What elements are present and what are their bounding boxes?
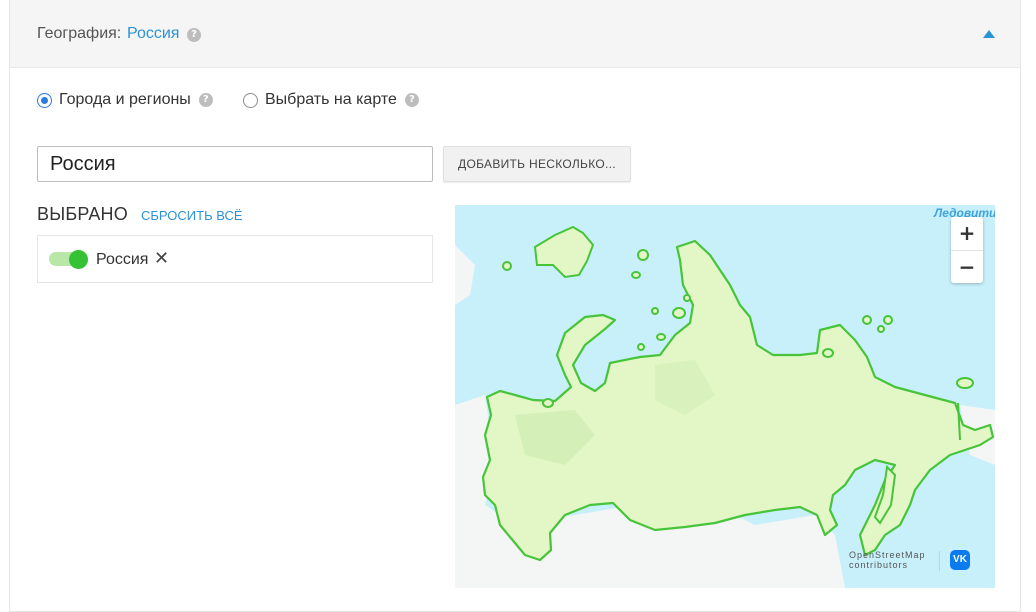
island <box>637 343 645 351</box>
island <box>533 225 595 279</box>
selected-title: ВЫБРАНО <box>37 204 128 224</box>
radio-button-selected[interactable] <box>37 92 52 108</box>
attribution-line: OpenStreetMap <box>849 550 926 560</box>
island <box>502 261 512 271</box>
reset-all-link[interactable]: СБРОСИТЬ ВСЁ <box>141 208 243 223</box>
help-icon[interactable]: ? <box>187 28 201 42</box>
zoom-out-button[interactable]: − <box>951 251 983 284</box>
add-multiple-button[interactable]: ДОБАВИТЬ НЕСКОЛЬКО... <box>443 146 631 182</box>
region-map[interactable]: Ледовити + − OpenStreetMap contributors … <box>455 205 995 588</box>
panel-header[interactable]: География: Россия ? <box>10 0 1020 68</box>
island <box>862 315 872 325</box>
help-icon[interactable]: ? <box>198 93 213 107</box>
attribution-line: contributors <box>849 560 909 570</box>
vk-logo-icon[interactable]: VK <box>950 550 970 570</box>
region-toggle[interactable] <box>49 250 89 269</box>
radio-cities-regions[interactable]: Города и регионы ? <box>37 91 213 109</box>
island <box>631 271 641 279</box>
zoom-in-button[interactable]: + <box>951 217 983 250</box>
island <box>637 249 649 261</box>
zoom-control: + − <box>951 217 983 283</box>
region-search-input[interactable] <box>37 146 433 182</box>
island <box>883 315 893 325</box>
island <box>656 333 666 341</box>
selected-list: Россия ✕ <box>37 235 433 283</box>
island <box>683 294 691 302</box>
island <box>877 325 885 333</box>
toggle-knob <box>69 250 88 269</box>
map-attribution[interactable]: OpenStreetMap contributors <box>849 550 926 570</box>
island <box>651 307 659 315</box>
map-canvas <box>455 225 995 588</box>
attribution-divider <box>939 551 940 571</box>
radio-label-cities-regions: Города и регионы <box>59 91 191 108</box>
geography-label: География: <box>37 25 122 42</box>
geography-value: Россия <box>127 25 180 42</box>
neighbor-land-north <box>455 245 475 305</box>
help-icon[interactable]: ? <box>404 93 419 107</box>
island <box>542 398 554 408</box>
close-icon[interactable]: ✕ <box>154 249 169 269</box>
russia-mainland <box>481 239 995 562</box>
triangle-up-icon[interactable] <box>983 30 995 38</box>
radio-select-on-map[interactable]: Выбрать на карте ? <box>243 91 419 109</box>
geography-panel: География: Россия ? Города и регионы ? В… <box>9 0 1021 612</box>
island <box>956 377 974 389</box>
selected-item-label: Россия <box>96 251 149 268</box>
island <box>672 307 686 319</box>
island <box>822 348 834 358</box>
radio-button[interactable] <box>243 92 258 108</box>
radio-label-select-on-map: Выбрать на карте <box>265 91 397 108</box>
